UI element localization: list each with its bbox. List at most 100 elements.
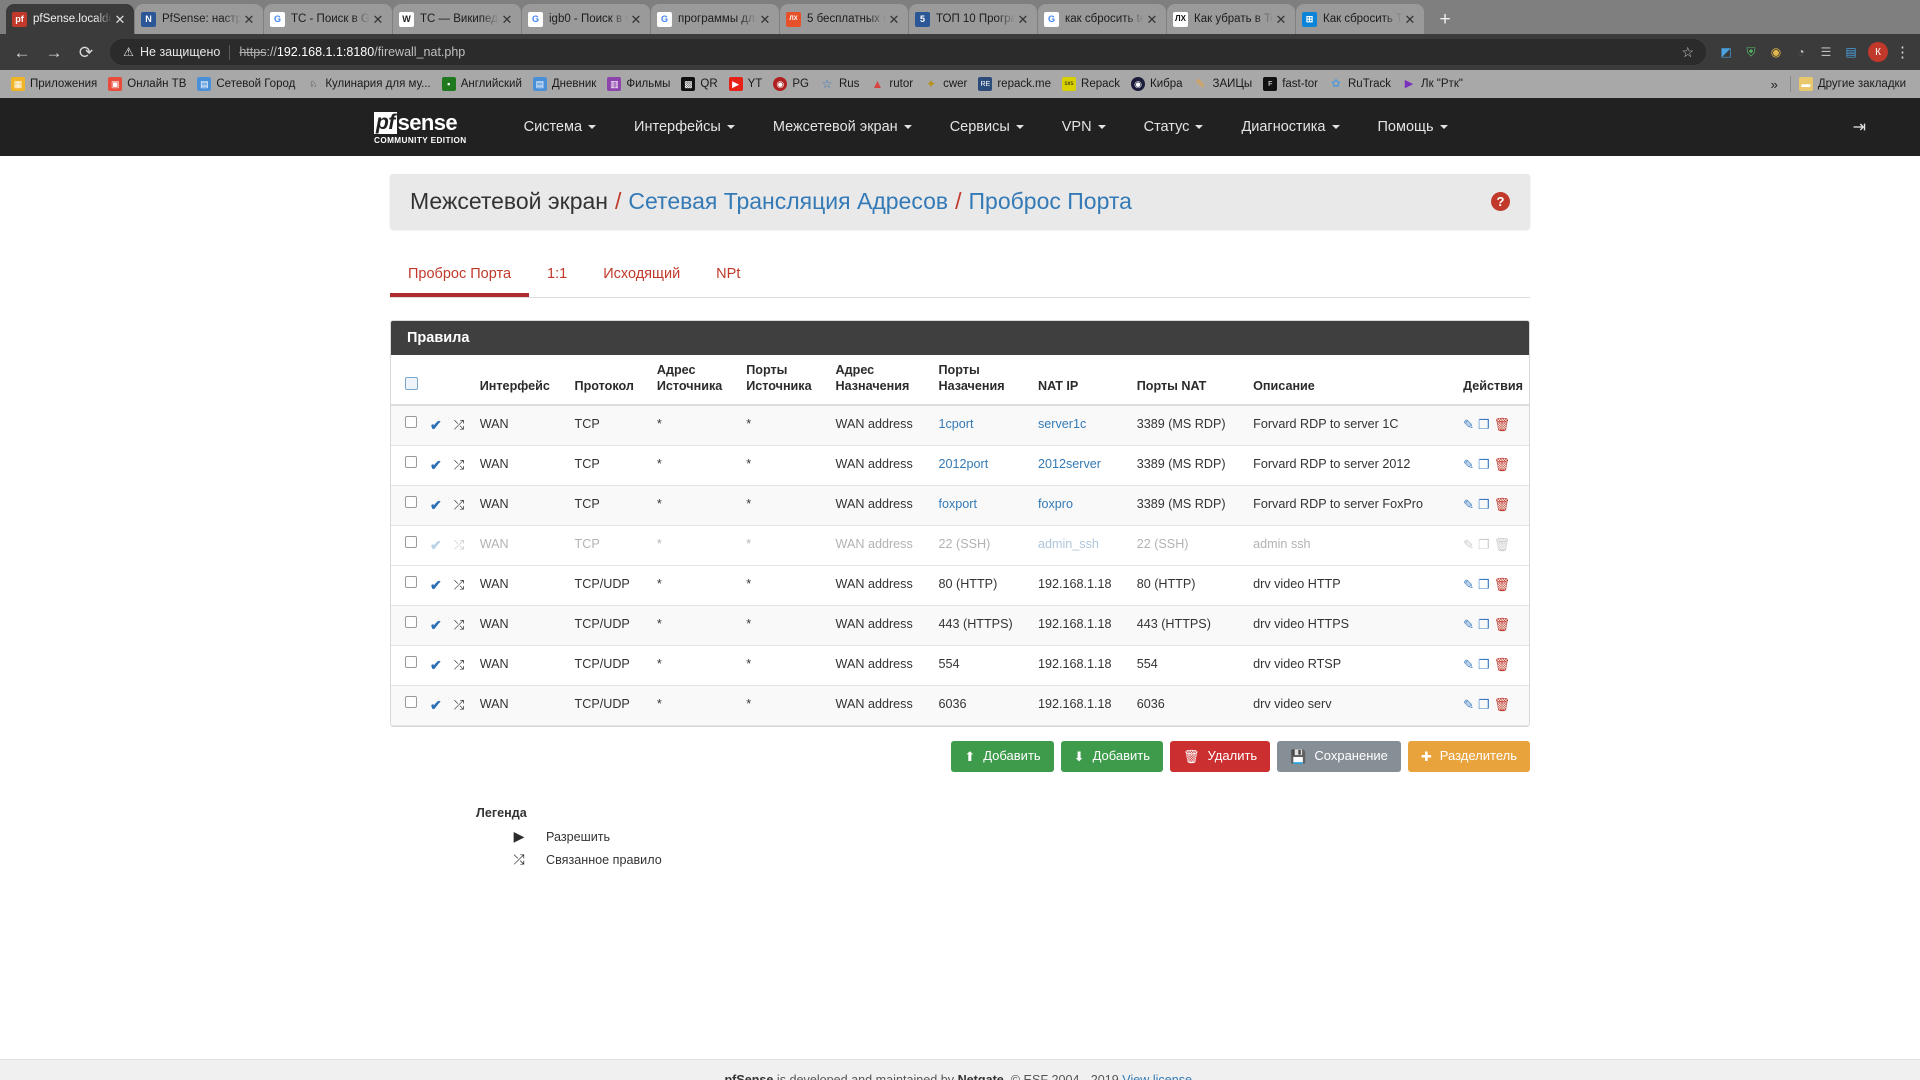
back-icon[interactable]: ← — [8, 38, 36, 66]
row-checkbox[interactable] — [405, 456, 417, 469]
browser-tab[interactable]: G TC - Поиск в Go ✕ — [264, 4, 392, 34]
bookmark-item[interactable]: ▶ Лк "Ртк" — [1398, 75, 1470, 93]
close-icon[interactable]: ✕ — [1144, 11, 1160, 27]
menu-item-interfaces[interactable]: Интерфейсы — [615, 111, 754, 143]
copy-icon[interactable]: ❐ — [1478, 657, 1490, 672]
list-icon[interactable]: ☰ — [1815, 41, 1837, 63]
trash-icon[interactable]: 🗑 — [1494, 457, 1511, 472]
menu-item-help[interactable]: Помощь — [1359, 111, 1467, 143]
alias-link[interactable]: server1c — [1038, 417, 1086, 431]
alias-link[interactable]: 2012port — [939, 457, 989, 471]
browser-tab[interactable]: G программы для ✕ — [651, 4, 779, 34]
bookmark-item[interactable]: ▤ Дневник — [529, 75, 603, 93]
tab-npt[interactable]: NPt — [698, 257, 758, 297]
close-icon[interactable]: ✕ — [1273, 11, 1289, 27]
pfsense-logo[interactable]: pf sense COMMUNITY EDITION — [374, 109, 467, 145]
address-bar[interactable]: ⚠ Не защищено https://192.168.1.1:8180/f… — [110, 39, 1706, 65]
three-dot-menu-icon[interactable]: ⋮ — [1895, 43, 1910, 61]
copy-icon[interactable]: ❐ — [1478, 537, 1490, 552]
trash-icon[interactable]: 🗑 — [1494, 417, 1511, 432]
edit-icon[interactable]: ✎ — [1463, 457, 1474, 472]
browser-tab[interactable]: W TC — Википеди ✕ — [393, 4, 521, 34]
browser-tab[interactable]: G igb0 - Поиск в G ✕ — [522, 4, 650, 34]
table-row[interactable]: ✔ ⤮ WAN TCP * * WAN address 1cport serve… — [391, 405, 1529, 447]
bookmark-item[interactable]: ♘ Кулинария для му... — [302, 75, 437, 93]
edit-icon[interactable]: ✎ — [1463, 657, 1474, 672]
trash-icon[interactable]: 🗑 — [1494, 617, 1511, 632]
table-row[interactable]: ✔ ⤮ WAN TCP * * WAN address 2012port 201… — [391, 445, 1529, 487]
menu-item-firewall[interactable]: Межсетевой экран — [754, 111, 931, 143]
row-checkbox[interactable] — [405, 536, 417, 549]
edit-icon[interactable]: ✎ — [1463, 417, 1474, 432]
alias-link[interactable]: admin_ssh — [1038, 537, 1099, 551]
bookmark-item[interactable]: ◉ Кибра — [1127, 75, 1190, 93]
bookmark-item[interactable]: RE repack.me — [974, 75, 1058, 93]
bookmark-item[interactable]: ▶ YT — [725, 75, 770, 93]
browser-tab[interactable]: G как сбросить te ✕ — [1038, 4, 1166, 34]
tab-port-forward[interactable]: Проброс Порта — [390, 257, 530, 297]
close-icon[interactable]: ✕ — [757, 11, 773, 27]
browser-tab[interactable]: N PfSense: настрой ✕ — [135, 4, 263, 34]
save-button[interactable]: 💾 Сохранение — [1277, 741, 1401, 773]
copy-icon[interactable]: ❐ — [1478, 577, 1490, 592]
bookmark-item[interactable]: Ffast-tor — [1259, 75, 1325, 93]
table-row[interactable]: ✔ ⤮ WAN TCP/UDP * * WAN address 80 (HTTP… — [391, 565, 1529, 607]
reload-icon[interactable]: ⟳ — [72, 38, 100, 66]
breadcrumb-link-nat[interactable]: Сетевая Трансляция Адресов — [628, 188, 948, 215]
close-icon[interactable]: ✕ — [241, 11, 257, 27]
copy-icon[interactable]: ❐ — [1478, 457, 1490, 472]
alias-link[interactable]: foxport — [939, 497, 978, 511]
bookmark-item[interactable]: ◉ PG — [769, 75, 816, 93]
avatar[interactable]: К — [1868, 42, 1888, 62]
copy-icon[interactable]: ❐ — [1478, 697, 1490, 712]
bookmark-item[interactable]: sxs Repack — [1058, 75, 1127, 93]
clock-icon[interactable]: ◔ — [1790, 41, 1812, 63]
table-row[interactable]: ✔ ⤮ WAN TCP * * WAN address foxport foxp… — [391, 485, 1529, 527]
row-checkbox[interactable] — [405, 496, 417, 509]
browser-tab[interactable]: 5 ТОП 10 Програм ✕ — [909, 4, 1037, 34]
copy-icon[interactable]: ❐ — [1478, 497, 1490, 512]
browser-tab[interactable]: pf pfSense.localdom ✕ — [6, 4, 134, 34]
eye-icon[interactable]: ◉ — [1765, 41, 1787, 63]
menu-item-vpn[interactable]: VPN — [1043, 111, 1125, 143]
close-icon[interactable]: ✕ — [886, 11, 902, 27]
tab-one-to-one[interactable]: 1:1 — [529, 257, 585, 297]
menu-item-status[interactable]: Статус — [1125, 111, 1223, 143]
help-icon[interactable]: ? — [1491, 192, 1510, 211]
bookmark-item[interactable]: ☆ Rus — [816, 75, 866, 93]
separator-button[interactable]: ✚ Разделитель — [1407, 741, 1530, 773]
table-row[interactable]: ✔ ⤮ WAN TCP * * WAN address 22 (SSH) adm… — [391, 525, 1529, 567]
bookmark-star-icon[interactable]: ☆ — [1671, 44, 1694, 61]
table-row[interactable]: ✔ ⤮ WAN TCP/UDP * * WAN address 6036 192… — [391, 685, 1529, 727]
forward-icon[interactable]: → — [40, 38, 68, 66]
edit-icon[interactable]: ✎ — [1463, 617, 1474, 632]
copy-icon[interactable]: ❐ — [1478, 617, 1490, 632]
menu-item-system[interactable]: Система — [505, 111, 615, 143]
trash-icon[interactable]: 🗑 — [1494, 697, 1511, 712]
row-checkbox[interactable] — [405, 656, 417, 669]
tab-outbound[interactable]: Исходящий — [585, 257, 698, 297]
alias-link[interactable]: 1cport — [939, 417, 974, 431]
browser-tab[interactable]: ЛХ Как убрать в Tea ✕ — [1167, 4, 1295, 34]
bookmark-item[interactable]: ▤ Сетевой Город — [193, 75, 302, 93]
row-checkbox[interactable] — [405, 616, 417, 629]
edit-icon[interactable]: ✎ — [1463, 537, 1474, 552]
bookmark-item[interactable]: ▣ Онлайн ТВ — [104, 75, 193, 93]
shield-icon[interactable]: ⛨ — [1740, 41, 1762, 63]
bookmark-item[interactable]: ▥ Фильмы — [603, 75, 677, 93]
logout-icon[interactable]: ⇥ — [1853, 117, 1896, 137]
breadcrumb-link-portforward[interactable]: Проброс Порта — [969, 188, 1132, 215]
puzzle-icon[interactable]: ◩ — [1715, 41, 1737, 63]
browser-tab[interactable]: ⊞ Как сбросить Te ✕ — [1296, 4, 1424, 34]
select-all-checkbox[interactable] — [405, 376, 418, 390]
close-icon[interactable]: ✕ — [628, 11, 644, 27]
bookmark-item[interactable]: ✿ RuTrack — [1325, 75, 1398, 93]
trash-icon[interactable]: 🗑 — [1494, 577, 1511, 592]
browser-tab[interactable]: ЛХ 5 бесплатных пр ✕ — [780, 4, 908, 34]
trash-icon[interactable]: 🗑 — [1494, 657, 1511, 672]
trash-icon[interactable]: 🗑 — [1494, 537, 1511, 552]
edit-icon[interactable]: ✎ — [1463, 577, 1474, 592]
bookmark-item[interactable]: ✦ cwer — [920, 75, 974, 93]
bookmark-item[interactable]: ▩ QR — [677, 75, 724, 93]
edit-icon[interactable]: ✎ — [1463, 497, 1474, 512]
